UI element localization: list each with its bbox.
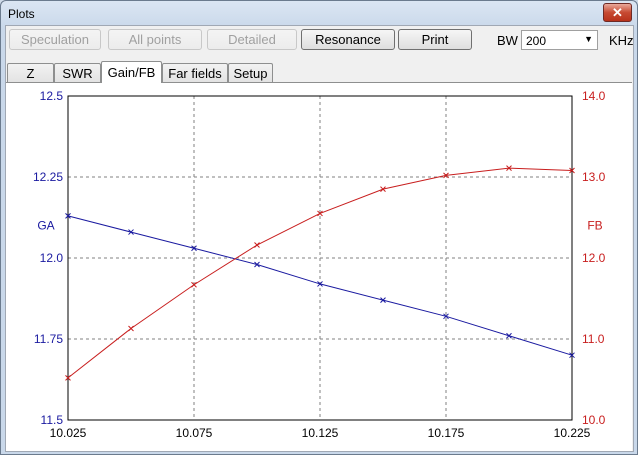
bw-select[interactable]: 200 ▼ bbox=[521, 30, 598, 50]
left-tick-label: 11.75 bbox=[34, 332, 63, 346]
tab-gain-fb[interactable]: Gain/FB bbox=[101, 61, 162, 83]
resonance-button[interactable]: Resonance bbox=[301, 29, 395, 50]
bw-value: 200 bbox=[526, 34, 547, 48]
client-area: Speculation All points Detailed Resonanc… bbox=[5, 25, 634, 452]
detailed-button[interactable]: Detailed bbox=[207, 29, 297, 50]
x-tick-label: 10.225 bbox=[554, 426, 591, 440]
left-tick-label: 12.0 bbox=[40, 251, 64, 265]
plot-panel: 10.025 10.075 10.125 10.175 10.225 11.5 11.75 1… bbox=[6, 82, 632, 451]
tab-strip: Z SWR Gain/FB Far fields Setup bbox=[6, 61, 633, 83]
gain-fb-chart: 10.025 10.075 10.125 10.175 10.225 11.5 11.75 1… bbox=[33, 89, 606, 440]
right-tick-label: 14.0 bbox=[582, 89, 606, 103]
left-tick-label: 12.5 bbox=[40, 89, 64, 103]
x-tick-label: 10.175 bbox=[428, 426, 465, 440]
all-points-button[interactable]: All points bbox=[108, 29, 202, 50]
title-bar[interactable]: Plots ✕ bbox=[1, 1, 637, 27]
right-axis-label: FB bbox=[587, 219, 602, 233]
data-point-fb bbox=[254, 242, 260, 248]
print-button[interactable]: Print bbox=[398, 29, 472, 50]
data-point-fb bbox=[128, 325, 134, 332]
x-tick-label: 10.075 bbox=[176, 426, 213, 440]
speculation-button[interactable]: Speculation bbox=[9, 29, 101, 50]
window-title: Plots bbox=[8, 7, 35, 21]
plots-window: Plots ✕ Speculation All points Detailed … bbox=[0, 0, 638, 455]
right-tick-label: 11.0 bbox=[582, 332, 605, 346]
tab-far-fields[interactable]: Far fields bbox=[162, 63, 228, 82]
tab-z[interactable]: Z bbox=[7, 63, 54, 82]
close-button[interactable]: ✕ bbox=[603, 3, 632, 22]
right-tick-label: 10.0 bbox=[582, 413, 606, 427]
tab-swr[interactable]: SWR bbox=[54, 63, 101, 82]
close-icon: ✕ bbox=[612, 5, 623, 20]
left-axis-label: GA bbox=[37, 219, 54, 233]
right-tick-label: 13.0 bbox=[582, 170, 606, 184]
data-point-ga bbox=[506, 332, 512, 339]
right-tick-label: 12.0 bbox=[582, 251, 606, 265]
x-tick-label: 10.125 bbox=[302, 426, 339, 440]
left-tick-label: 11.5 bbox=[41, 413, 64, 427]
tab-setup[interactable]: Setup bbox=[228, 63, 273, 82]
x-tick-label: 10.025 bbox=[50, 426, 87, 440]
left-tick-label: 12.25 bbox=[33, 170, 63, 184]
bw-label: BW bbox=[497, 33, 518, 48]
bw-unit: KHz bbox=[609, 33, 634, 48]
chevron-down-icon: ▼ bbox=[584, 34, 593, 44]
